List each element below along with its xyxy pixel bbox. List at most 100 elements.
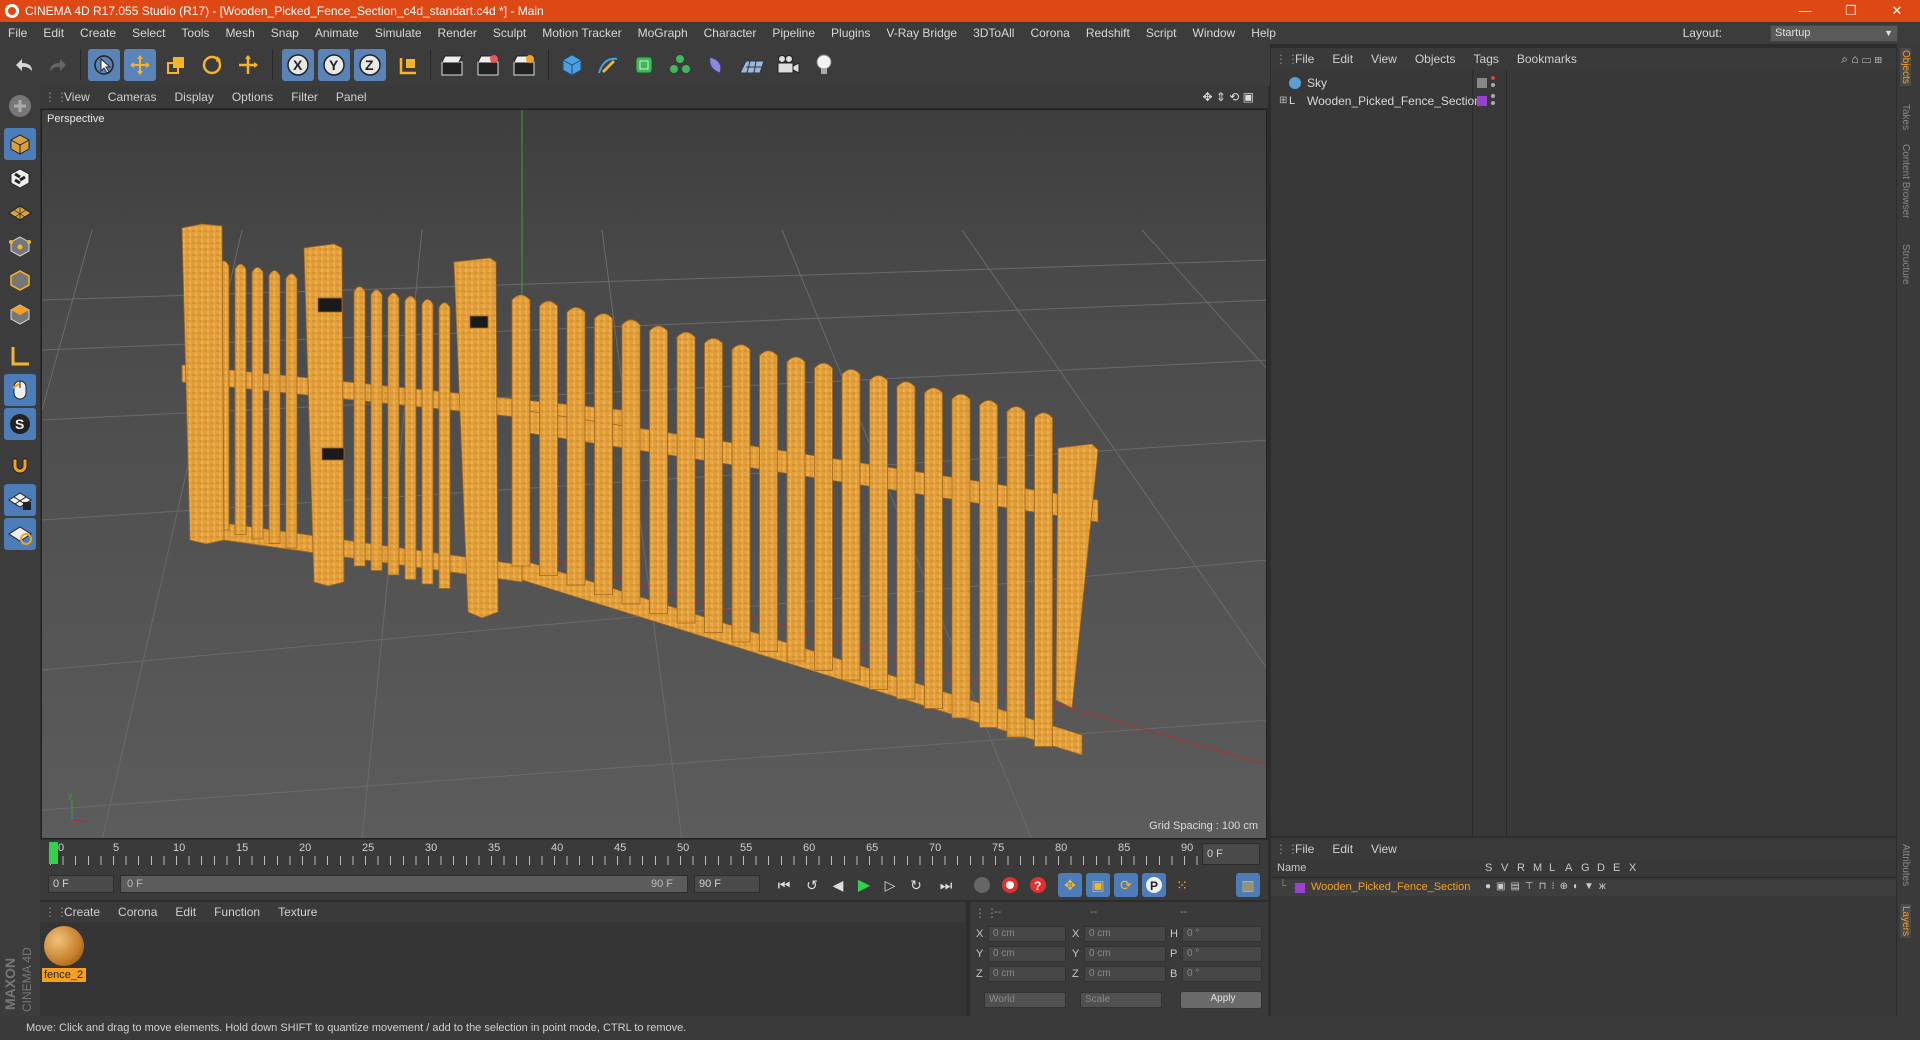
record-disabled-button[interactable] xyxy=(970,873,994,897)
layer-name[interactable]: Wooden_Picked_Fence_Section xyxy=(1311,881,1470,893)
size-x-field[interactable]: 0 cm xyxy=(1084,926,1166,942)
layer-color-tag[interactable] xyxy=(1477,96,1487,106)
render-dot[interactable] xyxy=(1491,83,1495,87)
pos-x-field[interactable]: 0 cm xyxy=(988,926,1066,942)
menu-3dtoall[interactable]: 3DToAll xyxy=(965,26,1022,40)
size-y-field[interactable]: 0 cm xyxy=(1084,946,1166,962)
pos-y-field[interactable]: 0 cm xyxy=(988,946,1066,962)
drag-handle-icon[interactable]: ⋮⋮ xyxy=(1271,52,1299,66)
scale-dropdown[interactable]: Scale xyxy=(1080,992,1162,1008)
menu-sculpt[interactable]: Sculpt xyxy=(485,26,534,40)
menu-corona[interactable]: Corona xyxy=(1022,26,1077,40)
next-frame-button[interactable]: ▷ xyxy=(878,873,902,897)
move-tool-button[interactable] xyxy=(124,49,156,81)
workplane-lock-button[interactable] xyxy=(4,484,36,516)
menu-motion-tracker[interactable]: Motion Tracker xyxy=(534,26,629,40)
goto-start-button[interactable]: ⏮ xyxy=(772,873,796,897)
next-key-button[interactable]: ↻ xyxy=(904,873,928,897)
live-selection-button[interactable] xyxy=(88,49,120,81)
vp-menu-view[interactable]: View xyxy=(54,90,98,104)
current-frame-field[interactable]: 0 F xyxy=(1202,843,1260,865)
menu-redshift[interactable]: Redshift xyxy=(1078,26,1138,40)
menu-simulate[interactable]: Simulate xyxy=(367,26,430,40)
maximize-button[interactable]: ❐ xyxy=(1828,0,1874,22)
render-view-button[interactable] xyxy=(436,49,468,81)
play-button[interactable]: ▶ xyxy=(852,873,876,897)
edges-mode-button[interactable] xyxy=(4,264,36,296)
axis-mode-button[interactable] xyxy=(4,340,36,372)
tab-attributes[interactable]: Attributes xyxy=(1900,844,1911,886)
light-button[interactable] xyxy=(808,49,840,81)
world-dropdown[interactable]: World xyxy=(984,992,1066,1008)
object-row-fence[interactable]: ⊞ L Wooden_Picked_Fence_Section xyxy=(1279,92,1481,110)
tab-structure[interactable]: Structure xyxy=(1900,244,1911,285)
key-rotation-button[interactable]: ⟳ xyxy=(1114,873,1138,897)
drag-handle-icon[interactable]: ⋮⋮ xyxy=(40,905,68,919)
menu-file[interactable]: File xyxy=(0,26,35,40)
checker-tag-icon[interactable] xyxy=(1477,78,1487,88)
menu-vray-bridge[interactable]: V-Ray Bridge xyxy=(878,26,965,40)
layer-menu-edit[interactable]: Edit xyxy=(1322,842,1361,856)
menu-animate[interactable]: Animate xyxy=(307,26,367,40)
mat-menu-corona[interactable]: Corona xyxy=(108,905,165,919)
scale-tool-button[interactable] xyxy=(160,49,192,81)
vp-menu-panel[interactable]: Panel xyxy=(326,90,375,104)
object-row-sky[interactable]: Sky xyxy=(1279,74,1327,92)
transform-tool-button[interactable] xyxy=(232,49,264,81)
menu-tools[interactable]: Tools xyxy=(173,26,217,40)
snap-button[interactable] xyxy=(4,450,36,482)
perspective-viewport[interactable]: y z Perspective Grid Spacing : 100 cm xyxy=(41,109,1267,839)
rotate-tool-button[interactable] xyxy=(196,49,228,81)
rot-h-field[interactable]: 0 ° xyxy=(1182,926,1262,942)
obj-menu-tags[interactable]: Tags xyxy=(1464,52,1507,66)
timeline-ruler[interactable]: 0 5 10 15 20 25 30 35 40 45 50 55 60 65 … xyxy=(40,840,1268,868)
render-settings-button[interactable] xyxy=(508,49,540,81)
menu-snap[interactable]: Snap xyxy=(263,26,307,40)
obj-menu-edit[interactable]: Edit xyxy=(1322,52,1361,66)
cloner-button[interactable] xyxy=(664,49,696,81)
expand-icon[interactable]: ⊞ xyxy=(1279,92,1289,110)
tab-layers[interactable]: Layers xyxy=(1900,904,1911,939)
menu-render[interactable]: Render xyxy=(430,26,485,40)
layer-toggle-icons[interactable]: ●▣▤⊤⊓⁝⊕◐▼ж xyxy=(1485,881,1611,892)
x-axis-button[interactable]: X xyxy=(282,49,314,81)
obj-menu-objects[interactable]: Objects xyxy=(1405,52,1464,66)
menu-pipeline[interactable]: Pipeline xyxy=(764,26,823,40)
camera-button[interactable] xyxy=(772,49,804,81)
menu-edit[interactable]: Edit xyxy=(35,26,72,40)
tab-objects[interactable]: Objects xyxy=(1900,48,1911,86)
vp-menu-filter[interactable]: Filter xyxy=(281,90,326,104)
rot-b-field[interactable]: 0 ° xyxy=(1182,966,1262,982)
coordinate-system-button[interactable] xyxy=(392,49,424,81)
end-frame-field[interactable]: 90 F xyxy=(694,875,760,893)
menu-plugins[interactable]: Plugins xyxy=(823,26,878,40)
size-z-field[interactable]: 0 cm xyxy=(1084,966,1166,982)
mat-menu-create[interactable]: Create xyxy=(54,905,108,919)
frame-range-slider[interactable]: 0 F 90 F xyxy=(120,875,688,893)
timeline-window-button[interactable]: ▥ xyxy=(1236,873,1260,897)
search-icon[interactable]: ⌕ ⌂ ▭ ⊞ xyxy=(1831,52,1890,67)
tab-takes[interactable]: Takes xyxy=(1900,104,1911,130)
layer-menu-file[interactable]: File xyxy=(1285,842,1322,856)
layer-row[interactable]: └ Wooden_Picked_Fence_Section ●▣▤⊤⊓⁝⊕◐▼ж xyxy=(1271,880,1896,896)
minimize-button[interactable]: — xyxy=(1782,0,1828,22)
key-parameter-button[interactable]: P xyxy=(1142,873,1166,897)
menu-help[interactable]: Help xyxy=(1243,26,1284,40)
visibility-dot[interactable] xyxy=(1491,76,1495,80)
z-axis-button[interactable]: Z xyxy=(354,49,386,81)
layout-dropdown[interactable]: Startup ▼ xyxy=(1770,25,1898,42)
undo-button[interactable] xyxy=(8,49,40,81)
vp-menu-display[interactable]: Display xyxy=(164,90,221,104)
menu-select[interactable]: Select xyxy=(124,26,173,40)
floor-button[interactable] xyxy=(736,49,768,81)
key-pla-button[interactable]: ⁙ xyxy=(1170,873,1194,897)
pos-z-field[interactable]: 0 cm xyxy=(988,966,1066,982)
tab-content-browser[interactable]: Content Browser xyxy=(1900,144,1911,218)
render-picture-viewer-button[interactable] xyxy=(472,49,504,81)
rot-p-field[interactable]: 0 ° xyxy=(1182,946,1262,962)
polygons-mode-button[interactable] xyxy=(4,298,36,330)
apply-button[interactable]: Apply xyxy=(1180,991,1262,1009)
mat-menu-function[interactable]: Function xyxy=(204,905,268,919)
workplane-mode-button[interactable] xyxy=(4,196,36,228)
points-mode-button[interactable] xyxy=(4,230,36,262)
